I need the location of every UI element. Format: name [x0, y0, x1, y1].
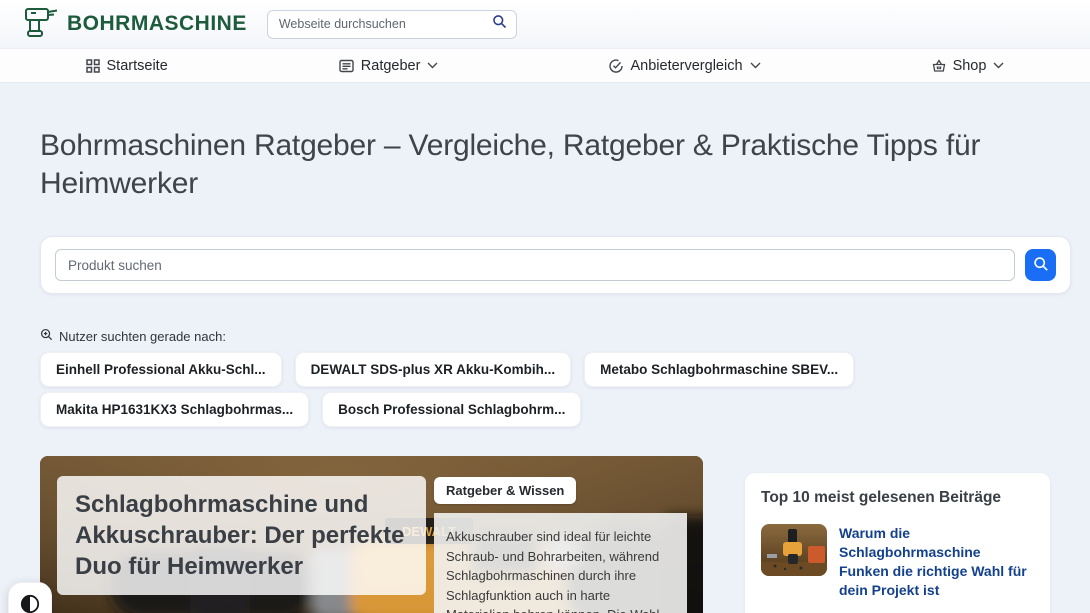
hero-title-box: Schlagbohrmaschine und Akkuschrauber: De…: [57, 476, 426, 595]
search-chip[interactable]: Metabo Schlagbohrmaschine SBEV...: [584, 352, 854, 387]
product-search-button[interactable]: [1025, 249, 1056, 281]
chevron-down-icon: [750, 62, 761, 69]
drill-logo-icon: [24, 5, 60, 44]
search-chip[interactable]: DEWALT SDS-plus XR Akku-Kombih...: [295, 352, 572, 387]
grid-icon: [86, 59, 100, 73]
top-header: BOHRMASCHINE: [0, 0, 1090, 48]
nav-label: Shop: [953, 58, 987, 74]
nav-label: Anbietervergleich: [630, 58, 742, 74]
recent-searches-label-row: Nutzer suchten gerade nach:: [40, 328, 1050, 344]
search-icon: [1033, 256, 1049, 275]
content-row: DEWALT Schlagbohrmaschine und Akkuschrau…: [40, 456, 1050, 613]
nav-item-ratgeber[interactable]: Ratgeber: [339, 58, 439, 74]
site-search-box: [267, 10, 517, 39]
product-search-card: [40, 236, 1071, 294]
hero-category-badge[interactable]: Ratgeber & Wissen: [434, 477, 576, 504]
product-search-input[interactable]: [55, 249, 1015, 281]
search-chip[interactable]: Einhell Professional Akku-Schl...: [40, 352, 282, 387]
nav-item-startseite[interactable]: Startseite: [86, 58, 168, 74]
nav-label: Startseite: [107, 58, 168, 74]
nav-item-anbietervergleich[interactable]: Anbietervergleich: [609, 58, 760, 74]
page: BOHRMASCHINE Startseite: [0, 0, 1090, 613]
check-circle-icon: [609, 59, 623, 73]
page-title: Bohrmaschinen Ratgeber – Vergleiche, Rat…: [40, 127, 1050, 203]
search-chip[interactable]: Bosch Professional Schlagbohrm...: [322, 392, 581, 427]
post-item[interactable]: Warum die Schlagbohrmaschine Funken die …: [761, 524, 1034, 600]
top-posts-sidebar: Top 10 meist gelesenen Beiträge: [745, 473, 1050, 613]
main-nav: Startseite Ratgeber Anbietervergleich: [0, 48, 1090, 83]
post-link[interactable]: Warum die Schlagbohrmaschine Funken die …: [839, 524, 1034, 600]
sidebar-title: Top 10 meist gelesenen Beiträge: [761, 489, 1034, 507]
magnifier-icon: [40, 328, 53, 344]
hero-excerpt: Akkuschrauber sind ideal für leichte Sch…: [434, 513, 687, 613]
nav-item-shop[interactable]: Shop: [932, 58, 1005, 74]
nav-label: Ratgeber: [361, 58, 421, 74]
site-logo[interactable]: BOHRMASCHINE: [24, 5, 247, 44]
site-search-input[interactable]: [277, 16, 486, 32]
search-icon[interactable]: [492, 14, 507, 34]
chevron-down-icon: [993, 62, 1004, 69]
chevron-down-icon: [427, 62, 438, 69]
basket-icon: [932, 59, 946, 73]
contrast-toggle-button[interactable]: [8, 582, 52, 613]
article-icon: [339, 59, 354, 73]
recent-searches-label: Nutzer suchten gerade nach:: [59, 329, 226, 344]
recent-search-chips: Einhell Professional Akku-Schl... DEWALT…: [40, 352, 1050, 427]
contrast-icon: [20, 594, 40, 613]
hero-article[interactable]: DEWALT Schlagbohrmaschine und Akkuschrau…: [40, 456, 703, 613]
post-thumbnail[interactable]: [761, 524, 827, 576]
hero-title[interactable]: Schlagbohrmaschine und Akkuschrauber: De…: [75, 489, 408, 582]
brand-name: BOHRMASCHINE: [67, 12, 247, 36]
search-chip[interactable]: Makita HP1631KX3 Schlagbohrmas...: [40, 392, 309, 427]
